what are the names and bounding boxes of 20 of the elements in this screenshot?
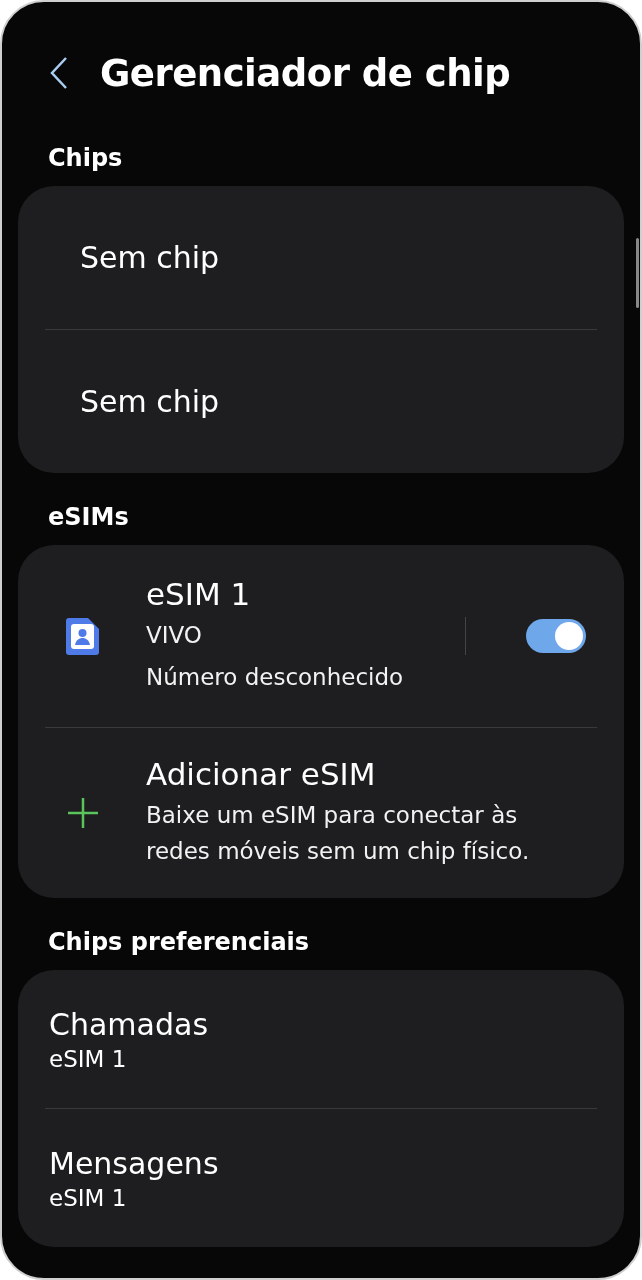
sim-slot-label[interactable]: Sem chip: [80, 384, 220, 419]
esim-toggle[interactable]: [526, 619, 586, 653]
back-icon[interactable]: [48, 56, 70, 90]
esim-title[interactable]: eSIM 1: [146, 576, 421, 613]
preference-value: eSIM 1: [49, 1184, 128, 1211]
esim-detail: Número desconhecido: [146, 663, 405, 692]
preference-title[interactable]: Mensagens: [49, 1145, 624, 1181]
preference-value: eSIM 1: [49, 1045, 128, 1072]
sim-slot-label[interactable]: Sem chip: [80, 240, 220, 275]
scroll-bar: [636, 238, 639, 308]
plus-icon: [66, 796, 100, 830]
sim-card-icon: [65, 616, 101, 656]
preference-title[interactable]: Chamadas: [49, 1006, 624, 1042]
section-header: eSIMs: [47, 502, 130, 533]
section-header: Chips preferenciais: [47, 927, 311, 958]
screen-title: Gerenciador de chip: [100, 51, 511, 95]
add-esim-title[interactable]: Adicionar eSIM: [146, 756, 586, 793]
section-header: Chips: [47, 143, 124, 174]
esim-detail: VIVO: [146, 621, 203, 651]
add-esim-description: Baixe um eSIM para conectar às redes móveis sem um chip físico.: [146, 801, 531, 866]
